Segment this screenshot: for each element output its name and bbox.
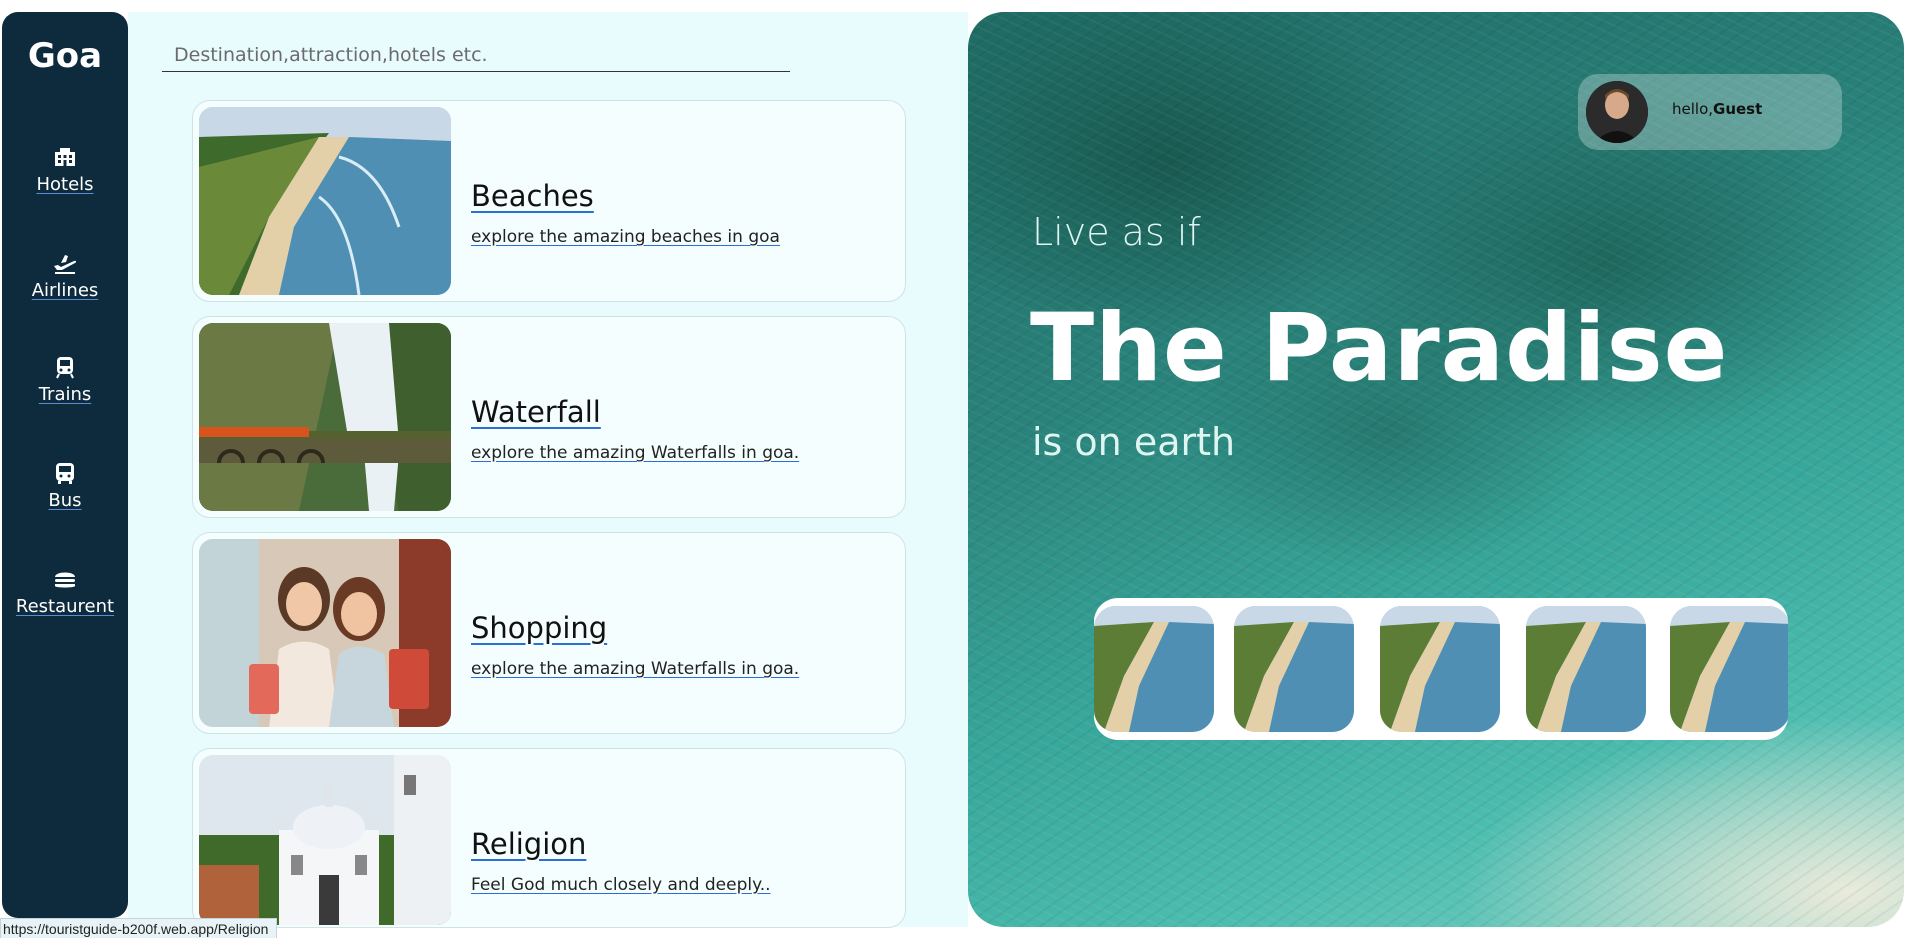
card-title[interactable]: Beaches	[471, 179, 594, 213]
plane-icon	[54, 255, 77, 274]
gallery-item[interactable]	[1094, 606, 1214, 732]
nav-item-restaurent[interactable]: Restaurent	[2, 566, 128, 617]
search-input[interactable]	[162, 32, 790, 72]
hero-banner: hello,Guest Live as if The Paradise is o…	[968, 12, 1904, 927]
church-image	[199, 755, 451, 925]
gallery-item[interactable]	[1670, 606, 1788, 732]
greeting-text: hello,Guest	[1672, 100, 1762, 118]
gallery-item[interactable]	[1380, 606, 1500, 732]
nav-label-bus[interactable]: Bus	[48, 490, 81, 511]
nav-item-bus[interactable]: Bus	[2, 460, 128, 511]
card-description[interactable]: Feel God much closely and deeply..	[471, 875, 771, 895]
nav-label-hotels[interactable]: Hotels	[36, 174, 93, 195]
card-description[interactable]: explore the amazing Waterfalls in goa.	[471, 443, 799, 463]
nav-item-trains[interactable]: Trains	[2, 354, 128, 405]
brand-logo[interactable]: Goa	[2, 36, 128, 76]
sidebar: Goa Hotels Airlines Trains Bus Restauren…	[2, 12, 128, 918]
gallery-item[interactable]	[1526, 606, 1646, 732]
image-gallery	[1094, 598, 1788, 740]
card-shopping[interactable]: Shopping explore the amazing Waterfalls …	[192, 532, 906, 734]
shopping-image	[199, 539, 451, 727]
card-title[interactable]: Religion	[471, 827, 586, 861]
card-description[interactable]: explore the amazing Waterfalls in goa.	[471, 659, 799, 679]
train-icon	[56, 357, 74, 379]
card-title[interactable]: Shopping	[471, 611, 607, 645]
nav-label-trains[interactable]: Trains	[39, 384, 92, 405]
user-greeting[interactable]: hello,Guest	[1578, 74, 1842, 150]
avatar[interactable]	[1586, 81, 1648, 143]
attractions-panel: Beaches explore the amazing beaches in g…	[128, 12, 968, 928]
hotel-icon	[55, 148, 75, 166]
nav-item-hotels[interactable]: Hotels	[2, 144, 128, 195]
bus-icon	[56, 463, 74, 484]
hero-line-1: Live as if	[1032, 210, 1201, 254]
gallery-item[interactable]	[1234, 606, 1354, 732]
card-description[interactable]: explore the amazing beaches in goa	[471, 227, 780, 247]
card-title[interactable]: Waterfall	[471, 395, 601, 429]
card-beaches[interactable]: Beaches explore the amazing beaches in g…	[192, 100, 906, 302]
waterfall-image	[199, 323, 451, 511]
hero-line-3: is on earth	[1032, 420, 1236, 464]
nav-item-airlines[interactable]: Airlines	[2, 250, 128, 301]
burger-icon	[55, 572, 75, 588]
greeting-prefix: hello,	[1672, 100, 1714, 118]
greeting-name: Guest	[1713, 100, 1763, 118]
card-religion[interactable]: Religion Feel God much closely and deepl…	[192, 748, 906, 928]
beach-image	[199, 107, 451, 295]
card-waterfall[interactable]: Waterfall explore the amazing Waterfalls…	[192, 316, 906, 518]
status-url: https://touristguide-b200f.web.app/Relig…	[0, 918, 278, 938]
nav-label-restaurent[interactable]: Restaurent	[16, 596, 114, 617]
hero-headline: The Paradise	[1030, 294, 1729, 403]
nav-label-airlines[interactable]: Airlines	[32, 280, 99, 301]
